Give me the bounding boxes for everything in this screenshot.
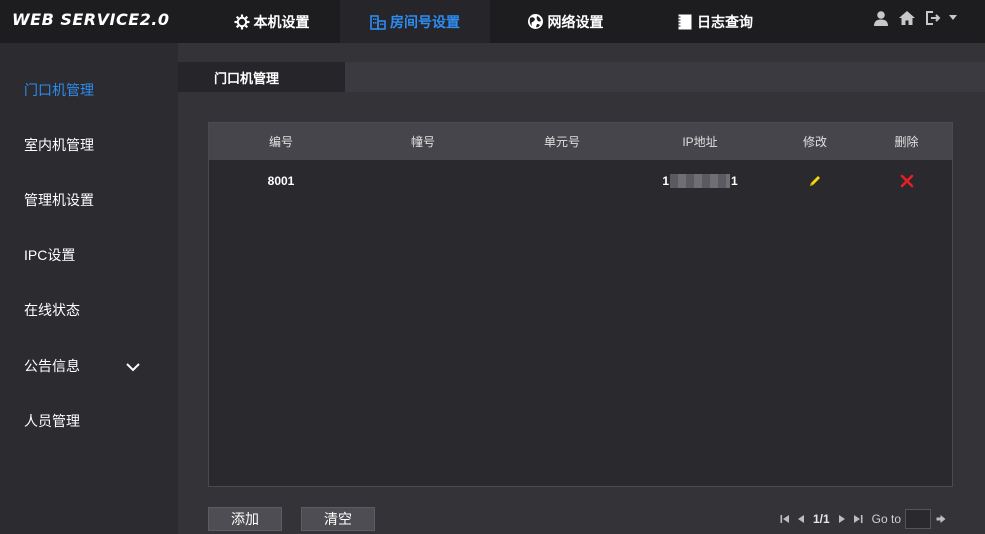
prev-page-icon[interactable] [795,512,807,526]
last-page-icon[interactable] [852,512,864,526]
tab-door-station-management[interactable]: 门口机管理 [178,62,345,92]
nav-network-settings[interactable]: 网络设置 [490,0,640,43]
sidebar-item-personnel[interactable]: 人员管理 [0,401,178,441]
column-header-edit: 修改 [802,135,827,149]
cell-edit [769,167,861,195]
app-logo: WEB SERVICE2.0 [12,10,170,29]
sidebar-item-ipc-settings[interactable]: IPC设置 [0,235,178,275]
page-indicator: 1/1 [812,512,830,526]
ip-redaction-mask [670,174,730,188]
sidebar-item-label: 管理机设置 [24,192,94,208]
cell-id: 8001 [267,174,295,188]
sidebar-item-label: 在线状态 [24,302,80,318]
add-button[interactable]: 添加 [208,507,282,531]
nav-label: 本机设置 [253,13,310,30]
table-header: 编号 幢号 单元号 IP地址 修改 删除 [209,123,952,160]
pagination: 1/1 Go to [779,509,947,529]
cell-ip: 1 1 [631,167,769,195]
table-row[interactable]: 8001 1 1 [209,167,952,195]
logout-icon[interactable] [923,8,943,28]
cell-delete [861,167,952,195]
sidebar: 门口机管理 室内机管理 管理机设置 IPC设置 在线状态 公告信息 人员管理 [0,43,178,534]
user-icon[interactable] [871,8,891,28]
sidebar-item-announcements[interactable]: 公告信息 [0,346,178,386]
column-header-ip: IP地址 [682,135,718,149]
nav-label: 日志查询 [697,13,753,30]
sidebar-item-label: IPC设置 [24,247,76,263]
ip-suffix: 1 [731,174,738,188]
caret-down-icon[interactable] [949,8,957,28]
column-header-unit: 单元号 [543,135,580,149]
building-icon [370,14,386,30]
ip-address: 1 1 [662,174,738,188]
nav-log-query[interactable]: 日志查询 [640,0,790,43]
clear-button[interactable]: 清空 [301,507,375,531]
goto-arrow-icon[interactable] [935,512,947,526]
sidebar-item-indoor-monitor[interactable]: 室内机管理 [0,125,178,165]
delete-x-icon[interactable] [900,174,914,188]
top-bar: WEB SERVICE2.0 本机设置 房间号设置 网络设置 日志查询 [0,0,985,43]
nav-room-settings[interactable]: 房间号设置 [340,0,490,43]
next-page-icon[interactable] [836,512,848,526]
sidebar-item-online-status[interactable]: 在线状态 [0,290,178,330]
ip-prefix: 1 [662,174,669,188]
tab-strip: 门口机管理 [178,62,985,92]
device-table: 编号 幢号 单元号 IP地址 修改 删除 8001 1 1 [208,122,953,487]
chevron-down-icon[interactable] [126,359,140,375]
gear-icon [234,14,250,30]
home-icon[interactable] [897,8,917,28]
column-header-delete: 删除 [894,135,919,149]
sidebar-item-management-station[interactable]: 管理机设置 [0,180,178,220]
log-icon [677,14,693,30]
top-right-toolbar [871,8,957,28]
sidebar-item-label: 门口机管理 [24,82,94,98]
nav-local-settings[interactable]: 本机设置 [203,0,340,43]
cell-building [353,167,493,195]
nav-label: 房间号设置 [390,13,460,30]
goto-label: Go to [871,512,901,526]
nav-label: 网络设置 [547,13,604,30]
cell-unit [493,167,631,195]
globe-icon [527,13,544,30]
sidebar-item-door-station[interactable]: 门口机管理 [0,70,178,110]
first-page-icon[interactable] [779,512,791,526]
sidebar-item-label: 室内机管理 [24,137,94,153]
main-panel: 门口机管理 编号 幢号 单元号 IP地址 修改 删除 8001 1 1 添加 清… [178,43,985,534]
column-header-building: 幢号 [410,135,435,149]
sidebar-item-label: 人员管理 [24,413,80,429]
goto-page-input[interactable] [905,509,931,529]
column-header-id: 编号 [268,135,293,149]
sidebar-item-label: 公告信息 [24,358,80,374]
edit-pencil-icon[interactable] [808,174,822,188]
